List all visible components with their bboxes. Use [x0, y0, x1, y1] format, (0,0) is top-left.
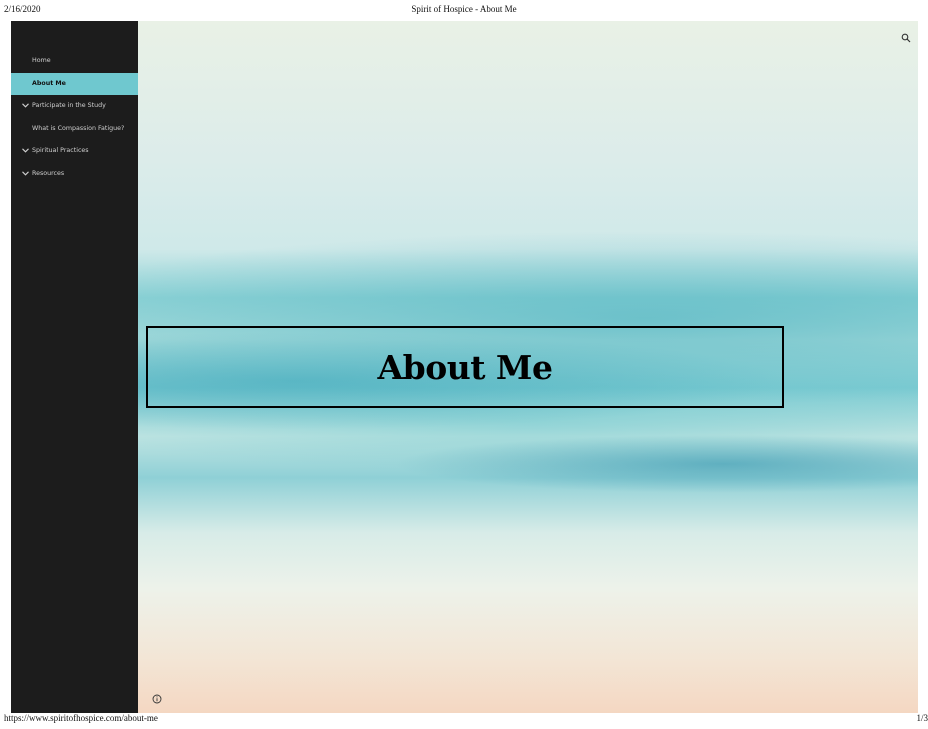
page-title: About Me [377, 347, 553, 387]
sidebar-item-spiritual-practices[interactable]: Spiritual Practices [11, 140, 138, 163]
info-icon[interactable] [152, 691, 162, 704]
print-title: Spirit of Hospice - About Me [411, 4, 517, 14]
sidebar-item-label: What is Compassion Fatigue? [32, 124, 125, 132]
sidebar-item-participate[interactable]: Participate in the Study [11, 95, 138, 118]
print-header: 2/16/2020 Spirit of Hospice - About Me [0, 4, 928, 18]
chevron-down-icon[interactable] [22, 140, 29, 153]
sidebar-item-label: About Me [32, 79, 66, 87]
print-footer: https://www.spiritofhospice.com/about-me… [0, 713, 928, 727]
sidebar: Home About Me Participate in the Study W… [11, 21, 138, 713]
sidebar-item-label: Resources [32, 169, 65, 177]
sidebar-item-home[interactable]: Home [11, 50, 138, 73]
page: 2/16/2020 Spirit of Hospice - About Me H… [0, 0, 928, 729]
chevron-down-icon[interactable] [22, 95, 29, 108]
sidebar-nav: Home About Me Participate in the Study W… [11, 50, 138, 185]
page-title-box: About Me [146, 326, 784, 408]
hero-banner: About Me [138, 21, 918, 713]
website: Home About Me Participate in the Study W… [11, 21, 918, 713]
chevron-down-icon[interactable] [22, 163, 29, 176]
sidebar-item-label: Home [32, 57, 51, 64]
print-page-number: 1/3 [916, 713, 928, 723]
sidebar-item-about-me[interactable]: About Me [11, 72, 138, 95]
sidebar-item-resources[interactable]: Resources [11, 163, 138, 186]
search-icon[interactable] [901, 30, 911, 43]
sidebar-item-label: Participate in the Study [32, 102, 106, 109]
sidebar-item-compassion-fatigue[interactable]: What is Compassion Fatigue? [11, 118, 138, 141]
print-url: https://www.spiritofhospice.com/about-me [4, 713, 158, 723]
sidebar-item-label: Spiritual Practices [32, 147, 89, 154]
